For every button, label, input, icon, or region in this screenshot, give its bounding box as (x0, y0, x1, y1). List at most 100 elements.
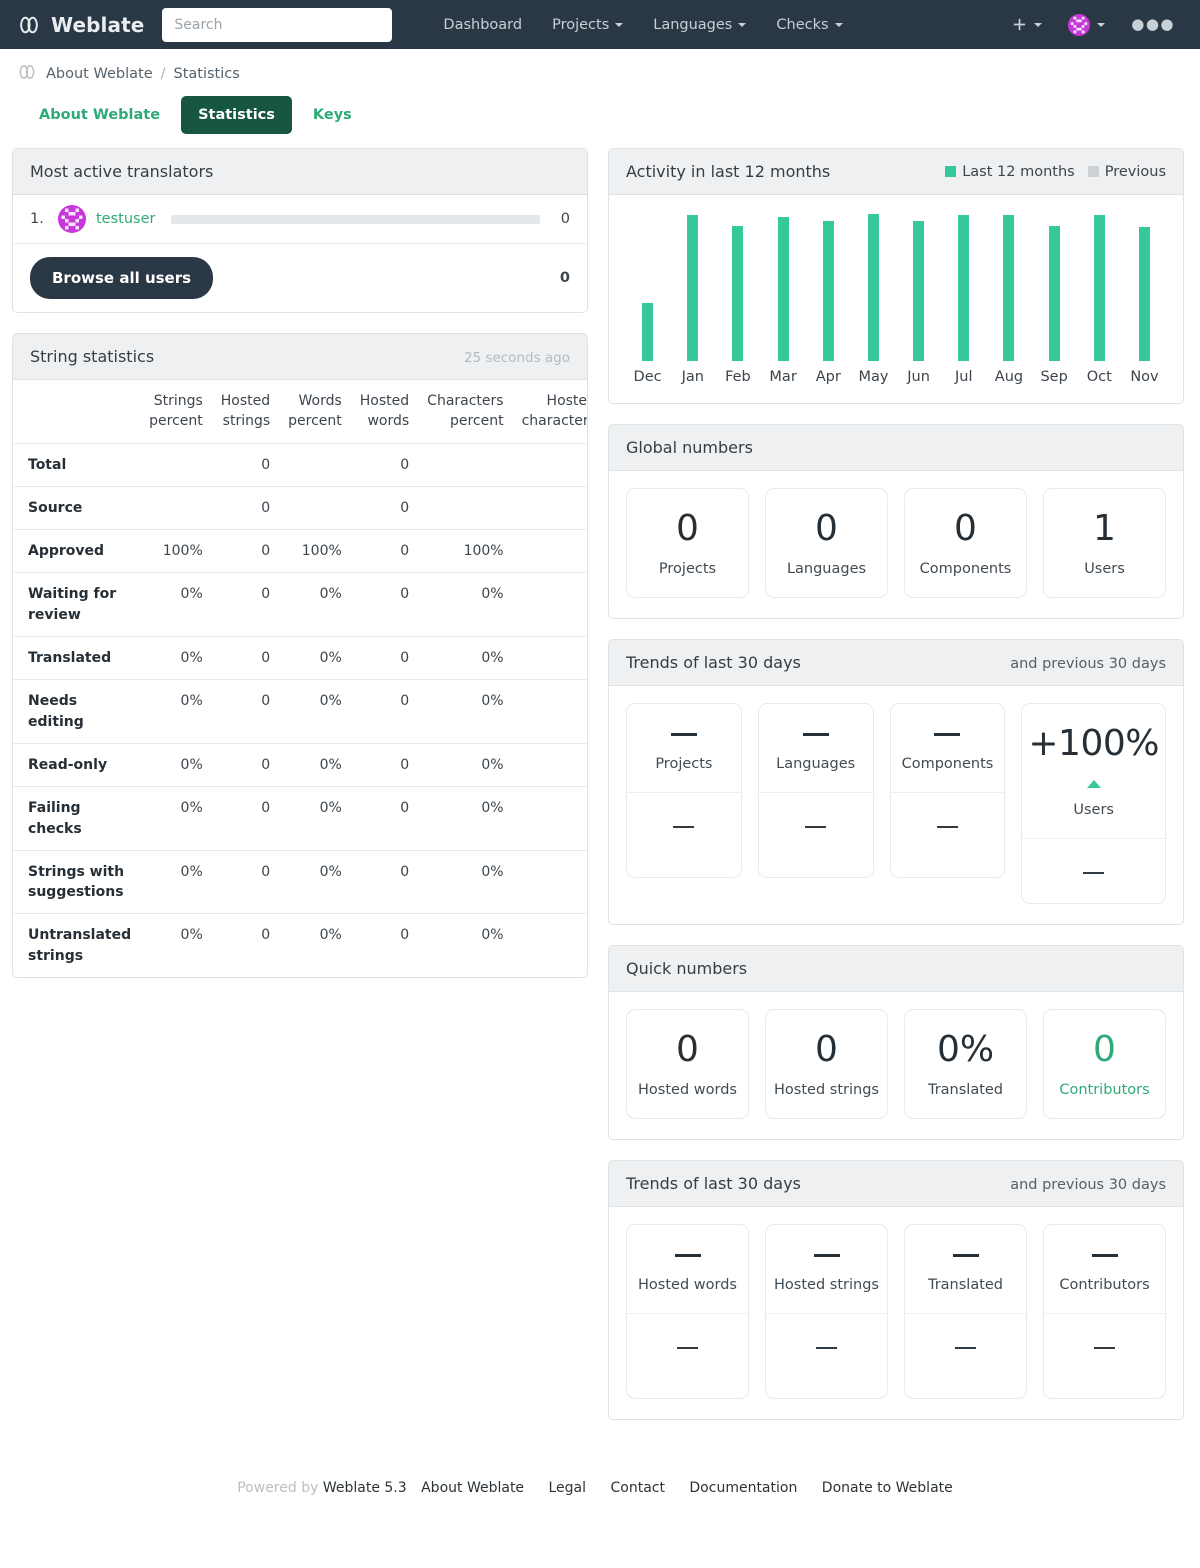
trend-card-projects[interactable]: Projects (626, 703, 742, 878)
string-statistics-table: Strings percent Hosted strings Words per… (13, 380, 587, 977)
chart-bar[interactable] (642, 303, 654, 361)
stat-card-translated[interactable]: 0% Translated (904, 1009, 1027, 1119)
column-hosted-words: Hosted words (350, 380, 419, 444)
translator-name-link[interactable]: testuser (96, 211, 155, 227)
nav-link-checks[interactable]: Checks (761, 9, 857, 41)
table-cell (140, 443, 212, 487)
search-input[interactable] (162, 7, 393, 42)
chart-x-axis: Dec Jan Feb Mar Apr May Jun Jul Aug Sep Oct Nov (625, 361, 1167, 397)
trend-card-contributors[interactable]: Contributors (1043, 1224, 1166, 1399)
chart-bar[interactable] (1003, 215, 1015, 361)
chart-bar[interactable] (913, 221, 925, 361)
table-cell: 0% (140, 786, 212, 851)
trend-card-hosted-strings[interactable]: Hosted strings (765, 1224, 888, 1399)
trend-card-translated[interactable]: Translated (904, 1224, 1027, 1399)
footer-link-documentation[interactable]: Documentation (689, 1480, 797, 1496)
chart-bar-slot[interactable] (1077, 209, 1122, 361)
chart-bar[interactable] (777, 216, 789, 361)
tab-keys[interactable]: Keys (296, 96, 369, 134)
tab-statistics[interactable]: Statistics (181, 96, 292, 134)
stat-card-hosted-words[interactable]: 0 Hosted words (626, 1009, 749, 1119)
panel-subtitle: and previous 30 days (1010, 1177, 1166, 1193)
breadcrumb-item-statistics: Statistics (173, 66, 240, 82)
legend-item-previous: Previous (1087, 164, 1166, 180)
chart-bar[interactable] (732, 225, 744, 361)
table-row: Untranslated strings 0% 0 0% 0 0% 0 (13, 914, 587, 977)
table-cell: 0 (513, 914, 587, 977)
chart-x-tick-label: Oct (1086, 369, 1112, 385)
nav-link-projects[interactable]: Projects (537, 9, 638, 41)
chart-bar-slot[interactable] (851, 209, 896, 361)
chart-bar-slot[interactable] (1032, 209, 1077, 361)
browse-all-users-button[interactable]: Browse all users (30, 257, 214, 299)
brand-link[interactable]: Weblate (16, 12, 144, 38)
table-cell: 100% (140, 529, 212, 574)
stat-card-components[interactable]: 0 Components (904, 488, 1027, 598)
navbar-right: ●●● (1001, 6, 1186, 44)
no-change-dash-icon (1091, 1253, 1118, 1257)
stat-card-users[interactable]: 1 Users (1043, 488, 1166, 598)
add-menu-button[interactable] (1001, 9, 1053, 40)
chart-bar-slot[interactable] (670, 209, 715, 361)
chart-bar[interactable] (867, 213, 879, 361)
table-cell: 100% (418, 529, 513, 574)
chevron-down-icon (738, 22, 747, 27)
trend-card-users[interactable]: +100% Users (1021, 703, 1166, 904)
nav-link-label: Projects (552, 16, 610, 33)
chart-bar[interactable] (1138, 227, 1150, 361)
chart-bar[interactable] (1093, 215, 1105, 361)
trend-previous-value (1044, 1313, 1165, 1378)
stat-card-languages[interactable]: 0 Languages (765, 488, 888, 598)
footer-link-donate[interactable]: Donate to Weblate (822, 1480, 953, 1496)
trend-card-hosted-words[interactable]: Hosted words (626, 1224, 749, 1399)
trend-previous-value (905, 1313, 1026, 1378)
global-numbers-panel: Global numbers 0 Projects 0 Languages 0 … (608, 424, 1184, 619)
trend-card-languages[interactable]: Languages (757, 703, 874, 878)
footer-link-legal[interactable]: Legal (549, 1480, 587, 1496)
stat-value: 0% (936, 1029, 995, 1070)
chart-bar-slot[interactable] (761, 209, 806, 361)
chart-bar[interactable] (687, 215, 699, 361)
chart-bar-slot[interactable] (715, 209, 760, 361)
trend-label: Components (901, 756, 994, 772)
table-cell: 0% (279, 850, 351, 915)
trend-card-components[interactable]: Components (889, 703, 1006, 878)
stat-card-contributors[interactable]: 0 Contributors (1043, 1009, 1166, 1119)
overflow-menu-button[interactable]: ●●● (1120, 9, 1186, 40)
chart-bar-slot[interactable] (986, 209, 1031, 361)
chart-bar-slot[interactable] (625, 209, 670, 361)
tab-about-weblate[interactable]: About Weblate (22, 96, 177, 134)
chart-bar-slot[interactable] (896, 209, 941, 361)
stat-card-hosted-strings[interactable]: 0 Hosted strings (765, 1009, 888, 1119)
breadcrumb-item-about[interactable]: About Weblate (46, 66, 153, 82)
row-label: Strings with suggestions (13, 850, 141, 915)
trend-value (772, 1247, 881, 1263)
user-menu-button[interactable] (1057, 6, 1116, 44)
panel-title: String statistics (30, 347, 155, 366)
chart-bar[interactable] (958, 215, 970, 361)
panel-title: Global numbers (626, 438, 753, 457)
trend-label: Languages (776, 756, 856, 772)
no-change-dash-icon (813, 1253, 840, 1257)
table-row: Source 0 0 0 (13, 486, 587, 531)
no-change-dash-icon (673, 826, 695, 828)
trend-label: Contributors (1059, 1277, 1150, 1293)
stat-card-projects[interactable]: 0 Projects (626, 488, 749, 598)
table-cell: 0 (211, 743, 280, 788)
chart-bar-slot[interactable] (941, 209, 986, 361)
table-cell (140, 486, 212, 531)
nav-link-languages[interactable]: Languages (638, 9, 761, 41)
chart-bar[interactable] (822, 221, 834, 361)
chart-bar[interactable] (1048, 225, 1060, 361)
chart-bar-slot[interactable] (806, 209, 851, 361)
footer-link-about[interactable]: About Weblate (421, 1480, 524, 1496)
table-cell: 0% (279, 743, 351, 788)
no-change-dash-icon (1094, 1347, 1115, 1349)
footer-link-contact[interactable]: Contact (610, 1480, 664, 1496)
legend-label: Last 12 months (962, 163, 1075, 180)
nav-link-dashboard[interactable]: Dashboard (428, 9, 537, 41)
table-cell: 0 (350, 850, 419, 915)
chart-bar-slot[interactable] (1122, 209, 1167, 361)
row-label: Needs editing (13, 679, 141, 744)
no-change-dash-icon (802, 732, 829, 736)
